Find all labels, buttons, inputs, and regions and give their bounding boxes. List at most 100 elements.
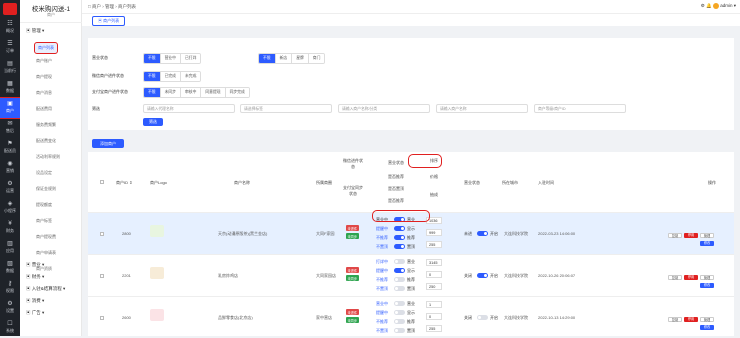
rail-item-13[interactable]: ⚷ 权限 (0, 278, 20, 298)
settings-icon[interactable]: ⚙ (701, 3, 705, 8)
wechat-segment[interactable]: 不限 已完成 未完成 (143, 71, 202, 82)
user-avatar[interactable] (712, 3, 719, 9)
op-button-0[interactable]: 复制 (668, 317, 682, 322)
alipay-opt-4[interactable]: 同步完成 (225, 88, 249, 97)
status-opt-2[interactable]: 已打烊 (180, 54, 201, 63)
op-button-1[interactable]: 停用 (684, 317, 698, 322)
merchant-name-input[interactable]: 请输入商户名称 (436, 104, 528, 113)
toggle-switch[interactable] (394, 277, 405, 282)
biz-switch[interactable] (477, 231, 488, 236)
toggle-switch[interactable] (394, 259, 405, 264)
row-checkbox[interactable] (100, 316, 104, 320)
type-segment[interactable]: 不限 新店 星牌 商门 (258, 53, 326, 64)
rail-item-4[interactable]: ▣ 商户 (0, 97, 21, 119)
num-input[interactable]: 255 (426, 325, 442, 332)
wechat-opt-2[interactable]: 未完成 (180, 72, 201, 81)
rail-item-9[interactable]: ◈ 小程序 (0, 198, 20, 218)
op-button-0[interactable]: 复制 (668, 275, 682, 280)
rail-item-3[interactable]: ▦ 数据 (0, 78, 20, 98)
agent-input[interactable]: 请输入代理名称 (143, 104, 235, 113)
subnav-item-1[interactable]: 商户账户 (36, 58, 52, 64)
wechat-opt-0[interactable]: 不限 (144, 72, 161, 81)
op-button-2[interactable]: 管理 (700, 317, 714, 322)
op-button-3[interactable]: 修改 (700, 241, 714, 246)
type-opt-0[interactable]: 不限 (259, 54, 276, 63)
select-all-checkbox[interactable] (100, 180, 104, 184)
num-input[interactable]: 999 (426, 229, 442, 236)
alipay-opt-1[interactable]: 未同步 (160, 88, 181, 97)
bell-icon[interactable]: 🔔 (706, 3, 712, 8)
toggle-switch[interactable] (394, 235, 405, 240)
rail-item-11[interactable]: ▥ 应用 (0, 238, 20, 258)
toggle-switch[interactable] (394, 268, 405, 273)
toggle-switch[interactable] (394, 244, 405, 249)
op-button-0[interactable]: 复制 (668, 233, 682, 238)
rail-item-6[interactable]: ⚑ 配送员 (0, 138, 20, 158)
subnav-group-4[interactable]: ▣ 广告 ▾ (26, 310, 44, 316)
toggle-switch[interactable] (394, 310, 405, 315)
subnav-item-4[interactable]: 配送费用 (36, 106, 52, 112)
rail-item-5[interactable]: ✉ 售后 (0, 118, 20, 138)
subnav-item-12[interactable]: 商户提现费 (36, 234, 56, 240)
subnav-item-13[interactable]: 商户申请表 (36, 250, 56, 256)
alipay-opt-0[interactable]: 不限 (144, 88, 161, 97)
row-checkbox[interactable] (100, 232, 104, 236)
subnav-item-3[interactable]: 商户消息 (36, 90, 52, 96)
subnav-item-8[interactable]: 设品设定 (36, 170, 52, 176)
num-input[interactable]: 250 (426, 283, 442, 290)
rail-item-1[interactable]: ☰ 订单 (0, 38, 20, 58)
subnav-item-7[interactable]: 活动利率规则 (36, 154, 60, 160)
num-input[interactable]: 3145 (426, 259, 442, 266)
th-id[interactable]: 商户ID ⇕ (116, 180, 132, 186)
rail-item-14[interactable]: ⚙ 设置 (0, 298, 20, 318)
toggle-switch[interactable] (394, 301, 405, 306)
tag-select[interactable]: 请选择标签 (240, 104, 332, 113)
subnav-group-manage[interactable]: ▣ 管理 ▾ (26, 28, 44, 34)
num-input[interactable]: 255 (426, 241, 442, 248)
subnav-item-9[interactable]: 保证金规则 (36, 186, 56, 192)
row-checkbox[interactable] (100, 274, 104, 278)
rail-item-8[interactable]: ⚙ 运营 (0, 178, 20, 198)
subnav-item-6[interactable]: 配送费变化 (36, 138, 56, 144)
op-button-3[interactable]: 修改 (700, 325, 714, 330)
type-opt-3[interactable]: 商门 (308, 54, 325, 63)
subnav-item-10[interactable]: 提现额度 (36, 202, 52, 208)
alipay-opt-3[interactable]: 同意提现 (201, 88, 226, 97)
op-button-2[interactable]: 管理 (700, 233, 714, 238)
toggle-switch[interactable] (394, 319, 405, 324)
rail-item-2[interactable]: ▤ 当前行 (0, 58, 20, 78)
merchant-id-input[interactable]: 商户等级/商户ID (534, 104, 626, 113)
status-segment[interactable]: 不限 营业中 已打烊 (143, 53, 202, 64)
breadcrumb[interactable]: □ 商户 › 管理 › 商户列表 (88, 4, 136, 10)
num-input[interactable]: 0 (426, 271, 442, 278)
type-opt-1[interactable]: 新店 (275, 54, 293, 63)
user-menu[interactable]: admin ▾ (720, 3, 736, 8)
biz-switch[interactable] (477, 273, 488, 278)
subnav-item-2[interactable]: 商户提现 (36, 74, 52, 80)
category-input[interactable]: 请输入商户名称/分类 (338, 104, 430, 113)
subnav-item-0[interactable]: 商户列表 (34, 42, 58, 54)
subnav-item-5[interactable]: 服务费频繁 (36, 122, 56, 128)
subnav-group-2[interactable]: ▣ 入驻&结算流程 ▾ (26, 286, 65, 292)
subnav-group-3[interactable]: ▣ 消费 ▾ (26, 298, 44, 304)
num-input[interactable]: 0 (426, 313, 442, 320)
rail-item-12[interactable]: ▧ 数据 (0, 258, 20, 278)
op-button-2[interactable]: 管理 (700, 275, 714, 280)
type-opt-2[interactable]: 星牌 (292, 54, 309, 63)
biz-switch[interactable] (477, 315, 488, 320)
status-opt-1[interactable]: 营业中 (160, 54, 181, 63)
op-button-3[interactable]: 修改 (700, 283, 714, 288)
op-button-1[interactable]: 停用 (684, 233, 698, 238)
toggle-switch[interactable] (394, 328, 405, 333)
status-opt-0[interactable]: 不限 (144, 54, 161, 63)
wechat-opt-1[interactable]: 已完成 (160, 72, 181, 81)
rail-item-10[interactable]: ¥ 财务 (0, 218, 20, 238)
num-input[interactable]: 1 (426, 301, 442, 308)
toggle-switch[interactable] (394, 226, 405, 231)
search-button[interactable]: 筛选 (143, 118, 163, 126)
rail-item-7[interactable]: ◉ 营销 (0, 158, 20, 178)
rail-item-0[interactable]: ☷ 概况 (0, 18, 20, 38)
add-merchant-button[interactable]: 添加商户 (92, 139, 124, 148)
tab-merchant-list[interactable]: ▣ 商户列表 (92, 16, 126, 26)
op-button-1[interactable]: 停用 (684, 275, 698, 280)
